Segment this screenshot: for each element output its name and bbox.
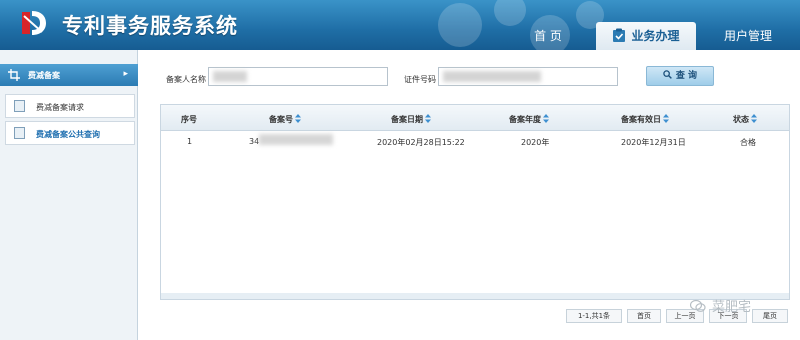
redacted-text [443,71,541,82]
search-icon [663,70,672,79]
pager-summary: 1-1,共1条 [566,309,622,323]
watermark-text: 菜肥宅 [712,300,752,315]
column-header-record-date[interactable]: 备案日期 [391,114,431,125]
sidebar-item-label: 费减备案公共查询 [36,130,100,139]
pager-last-button[interactable]: 尾页 [752,309,788,323]
column-header-record-year[interactable]: 备案年度 [509,114,549,125]
tab-user-management-label: 用户管理 [723,29,772,43]
column-header-index: 序号 [181,115,197,124]
id-number-label: 证件号码 [404,75,436,84]
sidebar-item-label: 费减备案请求 [36,103,84,112]
tab-business-label: 业务办理 [631,29,680,43]
column-header-label: 备案年度 [509,115,541,124]
column-header-valid-until[interactable]: 备案有效日 [621,114,669,125]
cell-valid-until: 2020年12月31日 [621,138,686,147]
search-button-label: 查 询 [675,71,698,81]
redacted-text [259,134,333,145]
chevron-right-icon: ▸ [123,69,128,79]
column-header-label: 备案日期 [391,115,423,124]
app-header: 专利事务服务系统 首 页 业务办理 用户管理 [0,0,800,50]
cell-record-no: 34 [249,137,260,146]
crop-icon [8,69,20,81]
sidebar: 费减备案 ▸ 费减备案请求 费减备案公共查询 [0,50,138,340]
id-number-input[interactable] [438,67,618,86]
wechat-icon [690,299,706,312]
sort-icon [751,114,757,123]
redacted-text [213,71,247,82]
document-icon [14,100,25,112]
document-icon [14,127,25,139]
watermark: 菜肥宅 [690,296,751,315]
search-button[interactable]: 查 询 [646,66,714,86]
name-input[interactable] [208,67,388,86]
table-header: 序号 备案号 备案日期 备案年度 备案有效日 状态 [161,105,789,131]
sort-icon [295,114,301,123]
tab-home-label: 首 页 [534,29,562,43]
column-header-label: 备案有效日 [621,115,661,124]
app-title: 专利事务服务系统 [62,14,238,38]
sort-icon [663,114,669,123]
cell-index: 1 [187,137,193,146]
column-header-label: 状态 [733,115,749,124]
logo-icon [22,11,46,35]
cell-record-date: 2020年02月28日15:22 [377,138,465,147]
column-header-label: 备案号 [269,115,293,124]
sidebar-section-fee-reduction[interactable]: 费减备案 ▸ [0,64,138,86]
name-label: 备案人名称 [166,75,206,84]
tab-home[interactable]: 首 页 [512,22,584,50]
column-header-status[interactable]: 状态 [733,114,757,125]
results-table: 序号 备案号 备案日期 备案年度 备案有效日 状态 1 34 2020年02月2… [160,104,790,300]
tab-user-management[interactable]: 用户管理 [706,22,790,50]
cell-record-year: 2020年 [521,138,550,147]
sidebar-item-fee-reduction-request[interactable]: 费减备案请求 [5,94,135,118]
cell-status: 合格 [740,138,756,147]
sort-icon [543,114,549,123]
column-header-record-no[interactable]: 备案号 [269,114,301,125]
pager-first-button[interactable]: 首页 [627,309,661,323]
clipboard-check-icon [613,28,626,42]
tab-business[interactable]: 业务办理 [596,22,696,50]
sidebar-item-fee-reduction-public-query[interactable]: 费减备案公共查询 [5,121,135,145]
sidebar-section-title: 费减备案 [28,71,60,80]
sort-icon [425,114,431,123]
